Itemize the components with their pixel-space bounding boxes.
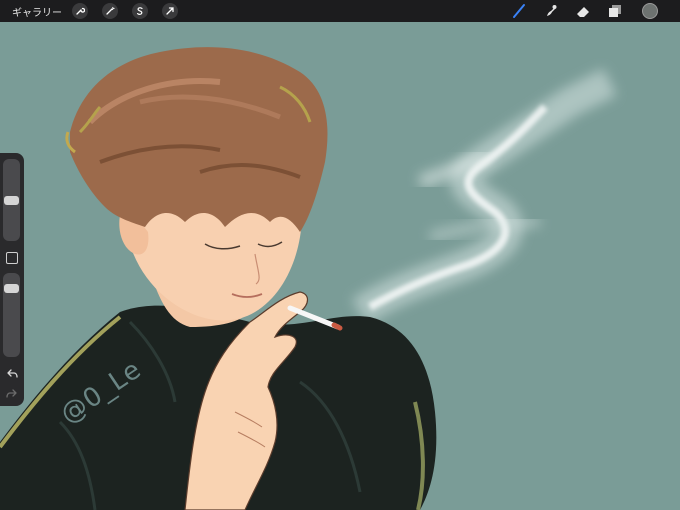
wrench-icon xyxy=(76,7,85,15)
layers-button[interactable] xyxy=(606,2,624,20)
magic-wand-icon xyxy=(106,6,115,15)
transform-button[interactable] xyxy=(162,3,178,19)
right-toolset xyxy=(496,0,658,22)
smudge-icon xyxy=(547,5,557,16)
undo-icon[interactable] xyxy=(5,368,19,380)
top-toolbar: ギャラリー xyxy=(0,0,680,22)
smoke xyxy=(351,68,617,325)
eraser-button[interactable] xyxy=(574,2,592,20)
brush-size-knob[interactable] xyxy=(4,195,19,205)
hair xyxy=(65,47,328,233)
adjustments-button[interactable] xyxy=(102,3,118,19)
brush-size-slider[interactable] xyxy=(3,159,20,241)
opacity-knob[interactable] xyxy=(4,284,19,294)
selection-s-icon xyxy=(137,7,143,15)
modify-button[interactable] xyxy=(6,252,18,264)
eraser-icon xyxy=(577,7,589,17)
color-picker-button[interactable] xyxy=(642,3,658,19)
left-sidebar xyxy=(0,153,24,406)
layers-icon xyxy=(609,5,621,17)
transform-arrow-icon xyxy=(166,7,174,15)
illustration xyxy=(0,47,617,510)
redo-icon[interactable] xyxy=(5,388,19,400)
brush-icon xyxy=(513,4,525,18)
smudge-button[interactable] xyxy=(542,2,560,20)
gallery-button[interactable]: ギャラリー xyxy=(12,4,62,19)
actions-button[interactable] xyxy=(72,3,88,19)
selection-button[interactable] xyxy=(132,3,148,19)
drawing-canvas[interactable] xyxy=(0,22,680,510)
opacity-slider[interactable] xyxy=(3,273,20,357)
brush-button[interactable] xyxy=(510,2,528,20)
